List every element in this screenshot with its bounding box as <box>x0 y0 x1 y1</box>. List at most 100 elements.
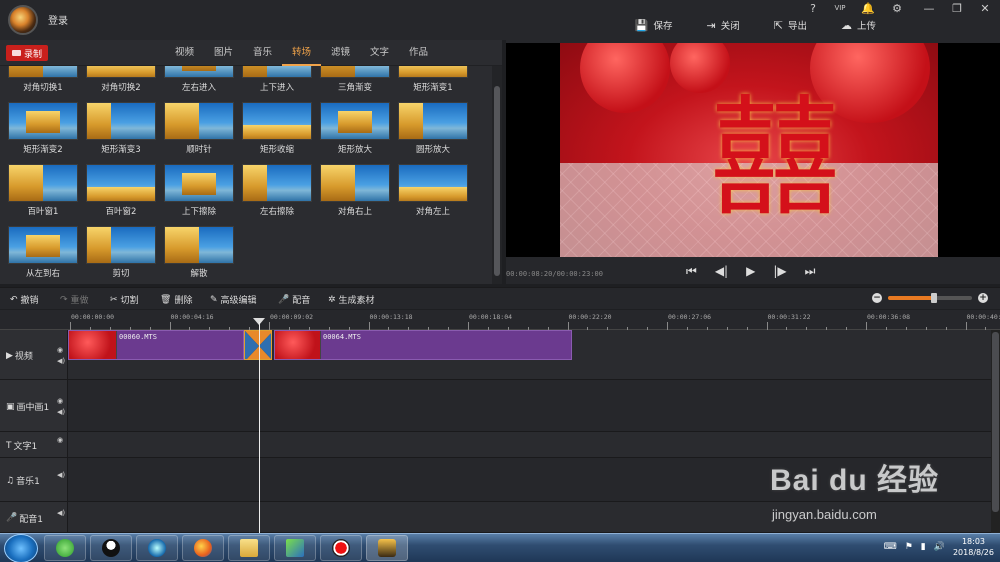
transition-thumbnail[interactable] <box>398 102 468 140</box>
skip-end-icon[interactable]: ⏭ <box>805 264 816 279</box>
transition-label: 对角切换1 <box>23 83 63 93</box>
eye-icon[interactable]: ◉ <box>57 396 65 407</box>
speaker-icon[interactable]: ◀) <box>57 356 65 367</box>
minimize-icon[interactable]: — <box>922 2 936 15</box>
record-button[interactable]: 录制 <box>6 45 48 61</box>
track-header[interactable]: ♫ 音乐1 ◀) <box>0 458 68 502</box>
taskbar-app-qq[interactable] <box>90 535 132 561</box>
zoom-in-icon[interactable]: + <box>978 293 988 303</box>
transition-thumbnail[interactable] <box>8 164 78 202</box>
flag-icon[interactable]: ⚑ <box>905 542 913 552</box>
transition-thumbnail[interactable] <box>242 164 312 202</box>
track-header[interactable]: T 文字1 ◉ <box>0 432 68 458</box>
transition-overlay-image <box>243 66 267 77</box>
close-project-button[interactable]: ⇥ 关闭 <box>707 18 740 33</box>
transition-thumbnail[interactable] <box>398 164 468 202</box>
taskbar-app-editor[interactable] <box>274 535 316 561</box>
taskbar-app-recorder[interactable] <box>320 535 362 561</box>
transition-thumbnail[interactable] <box>164 164 234 202</box>
eye-icon[interactable]: ◉ <box>57 435 63 446</box>
redo-button[interactable]: ↷ 重做 <box>60 293 89 307</box>
transition-thumbnail[interactable] <box>86 164 156 202</box>
taskbar-app-1[interactable] <box>44 535 86 561</box>
close-icon[interactable]: ✕ <box>978 2 992 15</box>
media-tab[interactable]: 文字 <box>360 40 399 66</box>
zoom-slider[interactable] <box>888 293 972 303</box>
track-header[interactable]: 🎤 配音1 ◀) <box>0 502 68 533</box>
transition-thumbnail[interactable] <box>320 66 390 78</box>
media-tab[interactable]: 滤镜 <box>321 40 360 66</box>
transition-overlay-image <box>243 165 267 201</box>
zoom-out-icon[interactable]: − <box>872 293 882 303</box>
taskbar-clock[interactable]: 18:03 2018/8/26 <box>953 536 994 558</box>
track-lane[interactable]: 00060.MTS 00064.MTS <box>68 330 1000 380</box>
transition-thumbnail[interactable] <box>398 66 468 78</box>
transition-thumbnail[interactable] <box>242 66 312 78</box>
dub-button[interactable]: 🎤 配音 <box>278 293 310 307</box>
volume-icon[interactable]: 🔊 <box>934 542 945 552</box>
step-back-icon[interactable]: ◀| <box>715 264 728 279</box>
maximize-icon[interactable]: ❐ <box>950 2 964 15</box>
cut-button[interactable]: ✂ 切割 <box>110 293 139 307</box>
media-scrollbar-thumb[interactable] <box>494 86 500 276</box>
timeline-scrollbar-thumb[interactable] <box>992 332 999 512</box>
track-header[interactable]: ▣ 画中画1 ◉ ◀) <box>0 380 68 432</box>
taskbar-app-video-editor[interactable] <box>366 535 408 561</box>
step-forward-icon[interactable]: |▶ <box>773 264 786 279</box>
taskbar-app-media[interactable] <box>136 535 178 561</box>
export-button[interactable]: ⇱ 导出 <box>774 18 807 33</box>
track-header[interactable]: ▶ 视频 ◉ ◀) <box>0 330 68 380</box>
delete-button[interactable]: 🗑 删除 <box>160 293 192 307</box>
media-tab[interactable]: 转场 <box>282 40 321 66</box>
ruler-label: 00:00:04:16 <box>170 313 214 321</box>
transition-thumbnail[interactable] <box>320 164 390 202</box>
transition-thumbnail[interactable] <box>8 102 78 140</box>
media-tab[interactable]: 图片 <box>204 40 243 66</box>
transition-thumbnail[interactable] <box>86 66 156 78</box>
bell-icon[interactable]: 🔔 <box>861 2 875 15</box>
transition-thumbnail[interactable] <box>164 66 234 78</box>
network-icon[interactable]: ▮ <box>921 542 926 552</box>
vip-icon[interactable]: VIP <box>833 4 847 12</box>
speaker-icon[interactable]: ◀) <box>57 407 65 418</box>
media-tab[interactable]: 作品 <box>399 40 438 66</box>
taskbar-app-explorer[interactable] <box>228 535 270 561</box>
transition-thumbnail[interactable] <box>242 102 312 140</box>
transition-thumbnail[interactable] <box>86 102 156 140</box>
media-tab[interactable]: 音乐 <box>243 40 282 66</box>
track-lane[interactable] <box>68 380 1000 432</box>
transition-thumbnail[interactable] <box>164 102 234 140</box>
speaker-icon[interactable]: ◀) <box>57 508 65 519</box>
eye-icon[interactable]: ◉ <box>57 345 65 356</box>
play-icon[interactable]: ▶ <box>746 264 755 279</box>
speaker-icon[interactable]: ◀) <box>57 470 65 481</box>
login-link[interactable]: 登录 <box>48 12 68 27</box>
playhead-line[interactable] <box>259 322 260 534</box>
upload-button[interactable]: ☁ 上传 <box>841 18 876 33</box>
video-clip[interactable]: 00064.MTS <box>274 330 572 360</box>
advanced-edit-button[interactable]: ✎ 高级编辑 <box>210 293 257 307</box>
video-clip[interactable]: 00060.MTS <box>68 330 244 360</box>
timeline-scrollbar[interactable] <box>991 330 1000 533</box>
gear-icon[interactable]: ⚙ <box>890 2 904 15</box>
timeline-ruler[interactable]: 00:00:00:00 00:00:04:16 00:00:09:02 00:00:1… <box>68 310 1000 330</box>
skip-start-icon[interactable]: ⏮ <box>686 264 697 279</box>
transition-thumbnail[interactable] <box>164 226 234 264</box>
transition-overlay-image <box>399 66 467 77</box>
transition-thumbnail[interactable] <box>8 226 78 264</box>
generate-material-button[interactable]: ✲ 生成素材 <box>328 293 375 307</box>
transition-thumbnail[interactable] <box>8 66 78 78</box>
transition-thumbnail[interactable] <box>86 226 156 264</box>
transition-overlay-image <box>182 66 216 71</box>
media-tab[interactable]: 视频 <box>165 40 204 66</box>
transition-clip[interactable] <box>244 330 272 360</box>
zoom-slider-handle[interactable] <box>931 293 938 303</box>
undo-button[interactable]: ↶ 撤销 <box>10 293 39 307</box>
taskbar-app-firefox[interactable] <box>182 535 224 561</box>
start-button[interactable] <box>4 534 38 562</box>
transition-thumbnail[interactable] <box>320 102 390 140</box>
help-icon[interactable]: ? <box>806 2 820 15</box>
media-scrollbar[interactable] <box>492 66 502 284</box>
save-button[interactable]: 💾 保存 <box>635 18 673 33</box>
keyboard-icon[interactable]: ⌨ <box>884 542 897 552</box>
